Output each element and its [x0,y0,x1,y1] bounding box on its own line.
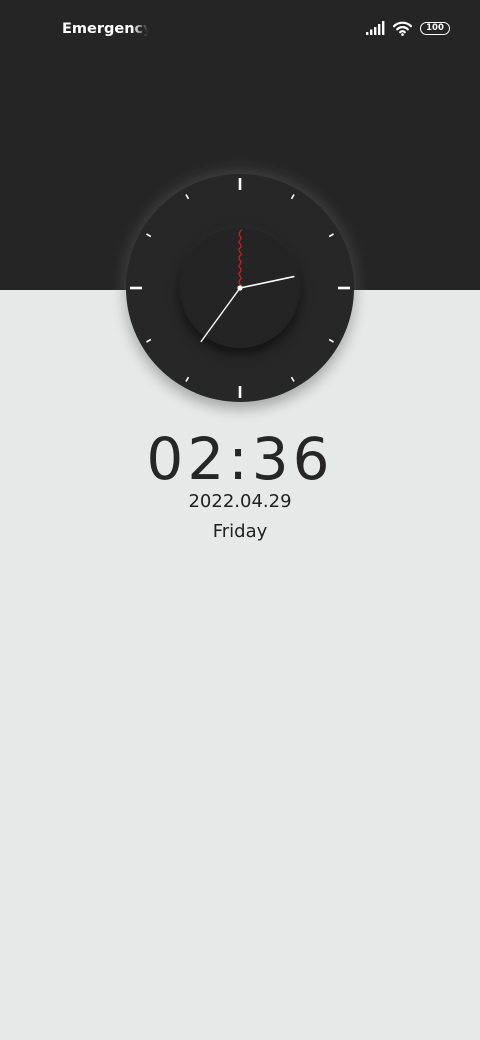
battery-icon: 100 [420,21,450,35]
analog-clock [126,174,354,402]
cellular-signal-icon [366,21,385,35]
status-bar: Emergency calls only [0,0,480,56]
clock-center-dot [237,285,243,291]
clock-hands-and-ticks [130,178,350,398]
second-hand [237,229,243,289]
clock-tick-8 [146,338,152,343]
date-text: 2022.04.29 [188,491,292,512]
status-icons: 100 [366,18,450,38]
hour-hand [239,275,295,289]
clock-tick-11 [185,194,190,200]
carrier-status-text: Emergency calls only [62,21,148,37]
clock-tick-7 [185,376,190,382]
clock-tick-1 [290,194,295,200]
weekday-text: Friday [212,521,268,542]
wifi-icon [393,21,412,36]
clock-tick-4 [328,338,334,343]
clock-tick-2 [328,233,334,238]
clock-tick-10 [146,233,152,238]
clock-tick-5 [290,376,295,382]
minute-hand [200,287,241,343]
digital-time: 02:36 [146,425,334,493]
battery-level: 100 [426,23,444,33]
lock-screen: Emergency calls only [0,0,480,1040]
